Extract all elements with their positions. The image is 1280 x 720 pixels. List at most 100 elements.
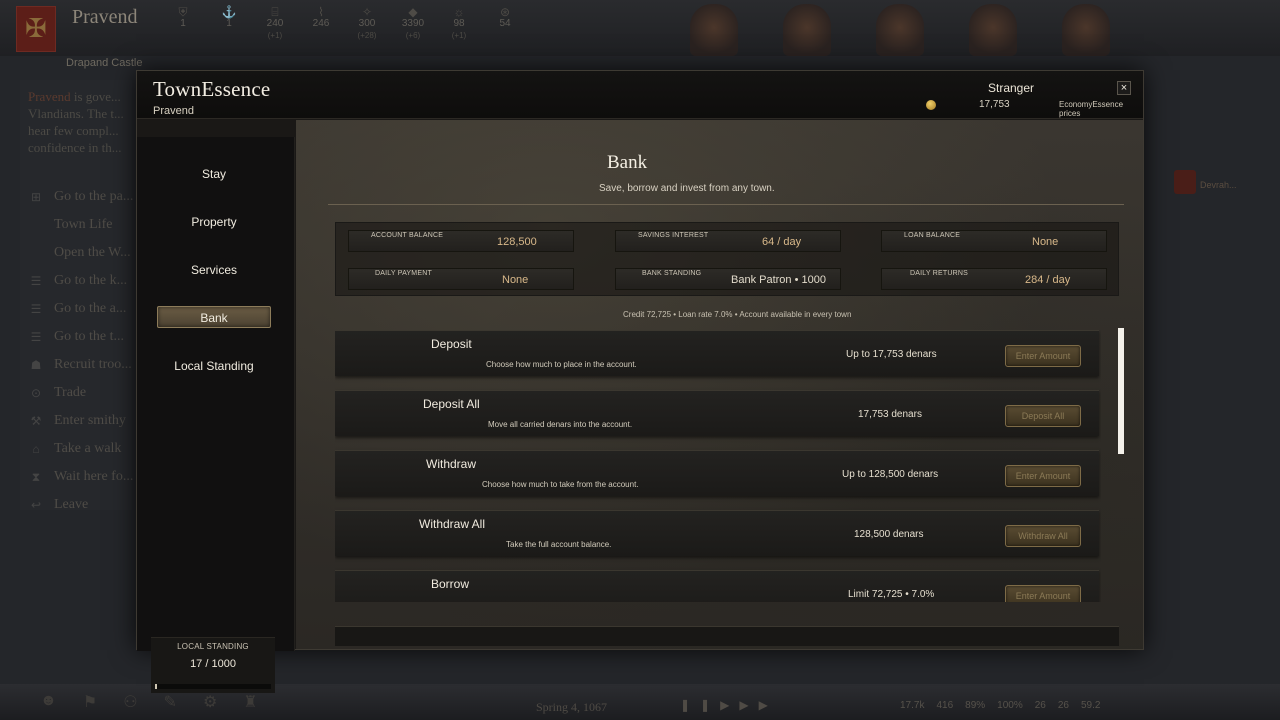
notable-portrait[interactable] (783, 4, 831, 56)
background-castle-name: Drapand Castle (66, 57, 143, 69)
price-mode-label: EconomyEssence prices (1059, 100, 1124, 118)
content-bottom-strip (335, 626, 1119, 646)
stat-loan-balance: LOAN BALANCE None (881, 230, 1107, 252)
local-standing-box: LOCAL STANDING 17 / 1000 (151, 637, 275, 693)
action-description: Choose how much to place in the account. (486, 360, 637, 369)
anvil-icon: ⚒ (30, 413, 42, 428)
action-amount: Up to 17,753 denars (846, 349, 937, 360)
action-title: Withdraw All (419, 517, 486, 531)
standing-label: LOCAL STANDING (177, 642, 249, 651)
background-menu-item[interactable]: ⊞ Go to the pa... (28, 183, 133, 211)
background-portraits (690, 4, 1110, 56)
notable-portrait[interactable] (969, 4, 1017, 56)
menu-option-icon: ☰ (30, 301, 42, 316)
hourglass-icon: ⧗ (31, 469, 41, 484)
inventory-icon[interactable]: ⚑ (83, 692, 97, 712)
background-menu-item[interactable]: ☗ Recruit troo... (28, 351, 133, 379)
stat-loyalty: ◆ 3390 (+6) (390, 6, 436, 42)
page-title: Bank (607, 152, 648, 173)
anchor-icon: ⚓ (221, 5, 237, 19)
action-list-scrollbar[interactable] (1118, 328, 1124, 454)
stat-garrison: ⚓ 1 (206, 6, 252, 42)
standing-value: 17 / 1000 (190, 658, 236, 670)
stat-daily-returns: DAILY RETURNS 284 / day (881, 268, 1107, 290)
action-title: Deposit All (423, 397, 480, 411)
leave-icon: ↩ (30, 497, 42, 512)
walk-icon: ⌂ (32, 441, 40, 456)
action-title: Withdraw (426, 457, 477, 471)
background-menu-item[interactable]: ⧗ Wait here fo... (28, 463, 134, 491)
stat-influence: ⊛ 54 (482, 6, 528, 42)
player-gold: 17,753 (979, 99, 1010, 110)
background-menu-item[interactable]: ☰ Go to the a... (28, 295, 133, 323)
credit-info: Credit 72,725 • Loan rate 7.0% • Account… (623, 310, 852, 319)
action-amount: 128,500 denars (854, 529, 924, 540)
deposit-all-button[interactable]: Deposit All (1005, 405, 1081, 427)
stat-food: ⌇ 246 (298, 6, 344, 42)
stat-daily-payment: DAILY PAYMENT None (348, 268, 574, 290)
background-menu-item[interactable]: ⚒ Enter smithy (28, 407, 133, 435)
sidebar: Stay Property Services Bank Local Standi… (137, 137, 295, 693)
nav-local-standing[interactable]: Local Standing (157, 355, 271, 377)
bank-stats-panel: ACCOUNT BALANCE 128,500 SAVINGS INTEREST… (335, 222, 1119, 296)
player-name: Stranger (988, 81, 1035, 95)
deposit-enter-amount-button[interactable]: Enter Amount (1005, 345, 1081, 367)
stat-wall: ⌸ 240 (+1) (252, 6, 298, 42)
background-menu-item[interactable]: ↩ Leave (28, 491, 133, 519)
action-amount: 17,753 denars (858, 409, 922, 420)
stat-account-balance: ACCOUNT BALANCE 128,500 (348, 230, 574, 252)
nav-services[interactable]: Services (157, 259, 271, 281)
loyalty-icon: ◆ (408, 5, 418, 19)
close-button[interactable]: × (1117, 81, 1131, 95)
action-amount: Up to 128,500 denars (842, 469, 939, 480)
clan-icon[interactable]: ⚙ (203, 692, 217, 712)
dialog-title: TownEssence (153, 77, 271, 101)
stat-prosperity: ✧ 300 (+28) (344, 6, 390, 42)
nav-bank[interactable]: Bank (157, 306, 271, 328)
background-bottom-stats: 17.7k 416 89% 100% 26 26 59.2 (900, 700, 1101, 711)
background-description: Pravend is gove... Vlandians. The t... h… (28, 89, 124, 155)
action-amount: Limit 72,725 • 7.0% (848, 589, 935, 600)
menu-option-icon: ⊞ (30, 189, 42, 204)
nav-property[interactable]: Property (157, 211, 271, 233)
trade-icon: ⊙ (30, 385, 42, 400)
withdraw-enter-amount-button[interactable]: Enter Amount (1005, 465, 1081, 487)
prosperity-icon: ✧ (361, 5, 373, 19)
nav-stay[interactable]: Stay (157, 163, 271, 185)
coin-icon (926, 100, 936, 110)
background-menu-item[interactable]: ⌂ Take a walk (28, 435, 133, 463)
recruit-icon: ☗ (30, 357, 42, 372)
background-bottom-icons: ☻ ⚑ ⚇ ✎ ⚙ ♜ (40, 692, 258, 712)
withdraw-all-button[interactable]: Withdraw All (1005, 525, 1081, 547)
background-menu-item[interactable]: Open the W... (28, 239, 133, 267)
dialog-header: TownEssence Pravend Stranger 17,753 Econ… (137, 71, 1143, 119)
action-title: Deposit (431, 337, 472, 351)
menu-option-icon: ☰ (30, 273, 42, 288)
party-icon[interactable]: ⚇ (123, 692, 137, 712)
notable-portrait[interactable] (690, 4, 738, 56)
background-town-name: Pravend (72, 6, 138, 28)
background-town-menu: ⊞ Go to the pa... Town Life Open the W...… (28, 183, 134, 519)
background-menu-item[interactable]: ☰ Go to the t... (28, 323, 133, 351)
background-menu-item[interactable]: Town Life (28, 211, 133, 239)
action-row-withdraw-all: Withdraw All Take the full account balan… (335, 510, 1099, 556)
background-menu-item[interactable]: ☰ Go to the k... (28, 267, 133, 295)
kingdom-icon[interactable]: ♜ (243, 692, 257, 712)
borrow-enter-amount-button[interactable]: Enter Amount (1005, 585, 1081, 602)
action-description: Choose how much to take from the account… (482, 480, 639, 489)
shield-icon: ⛨ (178, 5, 188, 19)
stat-bank-standing: BANK STANDING Bank Patron • 1000 (615, 268, 841, 290)
notable-portrait[interactable] (876, 4, 924, 56)
background-menu-item[interactable]: ⊙ Trade (28, 379, 133, 407)
wall-icon: ⌸ (271, 5, 279, 19)
notable-portrait[interactable] (1062, 4, 1110, 56)
stat-militia: ⛨ 1 (160, 6, 206, 42)
game-date: Spring 4, 1067 (536, 700, 608, 714)
page-subtitle: Save, borrow and invest from any town. (599, 183, 775, 194)
time-controls[interactable]: ❚❚▶▶▶ (680, 698, 778, 712)
stat-savings-interest: SAVINGS INTEREST 64 / day (615, 230, 841, 252)
character-icon[interactable]: ☻ (40, 692, 57, 712)
quests-icon[interactable]: ✎ (164, 692, 177, 712)
faction-emblem-icon (1174, 170, 1196, 194)
action-row-deposit-all: Deposit All Move all carried denars into… (335, 390, 1099, 436)
